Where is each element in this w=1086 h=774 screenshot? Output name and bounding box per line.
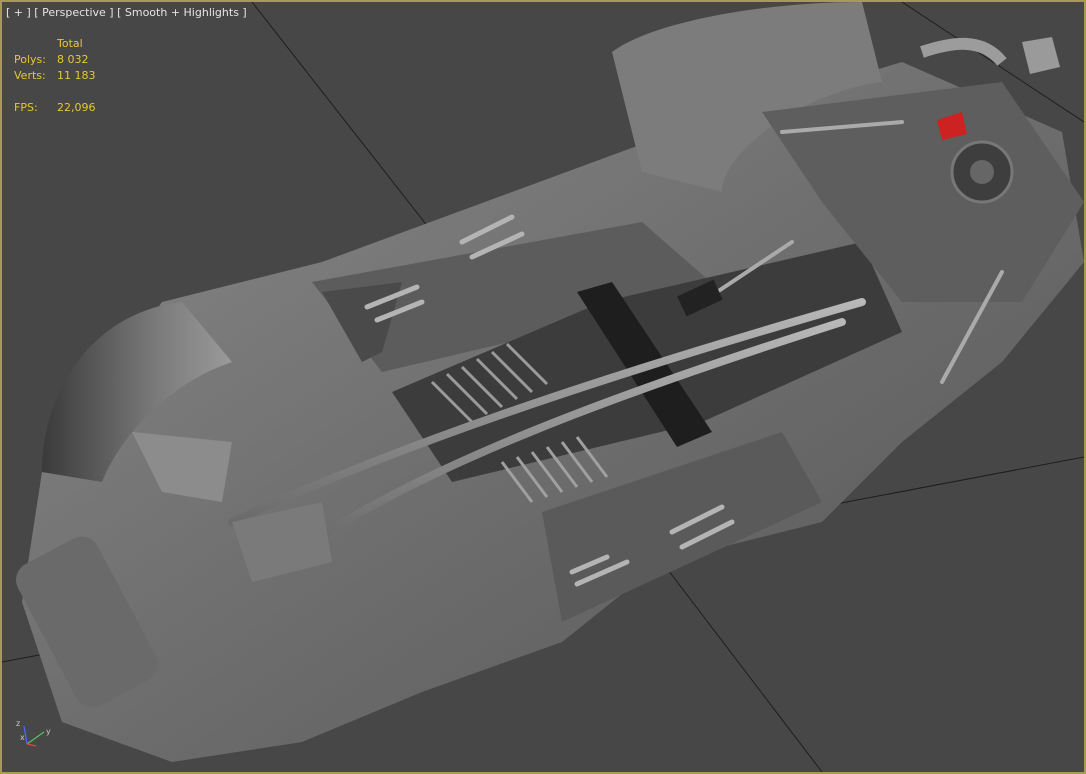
chassis xyxy=(16,2,1084,762)
axis-y-label: y xyxy=(46,727,51,736)
viewport-menu-perspective[interactable]: [ Perspective ] xyxy=(34,6,113,19)
fps-value: 22,096 xyxy=(57,101,96,114)
axis-x-label: x xyxy=(20,733,25,742)
verts-label: Verts: xyxy=(14,69,46,82)
exhaust-pipe xyxy=(920,37,1007,67)
stats-header: Total xyxy=(57,37,83,50)
statistics-overlay: Total Polys: 8 032 Verts: 11 183 FPS: 22,09… xyxy=(14,36,96,116)
viewport-menu-plus[interactable]: [ + ] xyxy=(6,6,31,19)
axis-z-label: z xyxy=(16,719,20,728)
polys-label: Polys: xyxy=(14,53,46,66)
perspective-viewport[interactable]: [ + ] [ Perspective ] [ Smooth + Highlig… xyxy=(0,0,1086,774)
verts-value: 11 183 xyxy=(57,69,96,82)
corner-cube xyxy=(1022,37,1060,74)
viewport-label[interactable]: [ + ] [ Perspective ] [ Smooth + Highlig… xyxy=(6,6,247,19)
axis-tripod-icon: z y x xyxy=(16,719,51,747)
viewport-menu-shading[interactable]: [ Smooth + Highlights ] xyxy=(117,6,247,19)
polys-value: 8 032 xyxy=(57,53,89,66)
fps-label: FPS: xyxy=(14,101,38,114)
car-model-render[interactable] xyxy=(2,2,1084,772)
